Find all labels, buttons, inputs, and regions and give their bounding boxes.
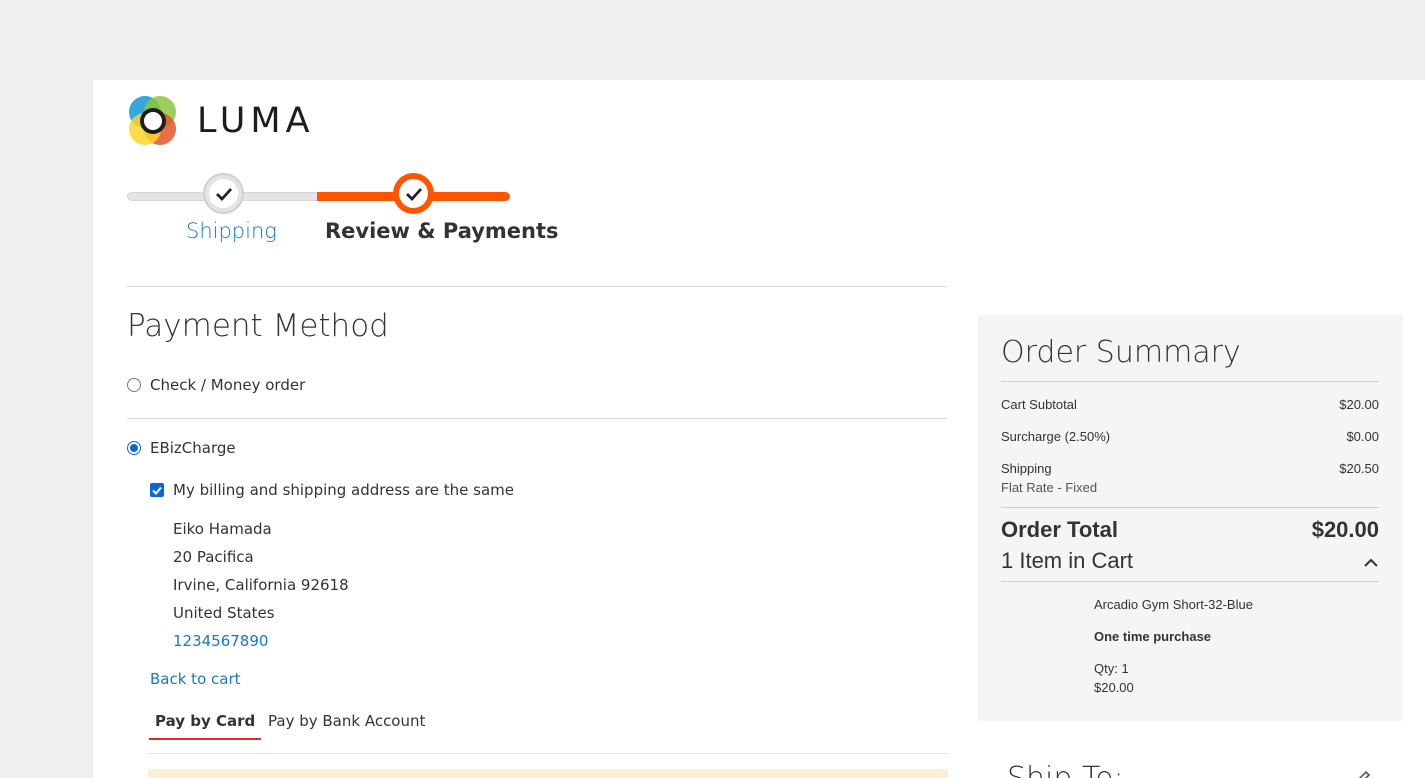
tab-pay-by-bank-account[interactable]: Pay by Bank Account [262,710,431,738]
payment-option-label: Check / Money order [150,376,306,394]
order-summary-title: Order Summary [1001,335,1241,370]
notice-bar [148,769,948,778]
pencil-icon[interactable] [1353,770,1371,778]
ship-to-title: Ship To: [1007,761,1124,778]
address-name: Eiko Hamada [173,520,272,538]
divider [127,286,946,287]
check-icon [209,179,238,208]
checkout-progress: Shipping Review & Payments [127,172,559,243]
payment-option-label: EBizCharge [150,439,236,457]
address-street: 20 Pacifica [173,548,254,566]
payment-option-ebizcharge[interactable]: EBizCharge [127,439,236,457]
radio-checkmo[interactable] [127,378,141,392]
payment-method-title: Payment Method [127,308,389,344]
divider [1001,581,1379,582]
cart-subtotal-label: Cart Subtotal [1001,397,1077,412]
billing-same-label: My billing and shipping address are the … [173,481,515,499]
billing-same-as-shipping[interactable]: My billing and shipping address are the … [150,481,514,499]
cart-subtotal-row: Cart Subtotal $20.00 [1001,397,1379,412]
cart-subtotal-value: $20.00 [1339,397,1379,412]
shipping-method: Flat Rate - Fixed [1001,480,1098,495]
step-review-marker [393,173,434,214]
address-country: United States [173,604,275,622]
divider [1001,507,1379,508]
surcharge-value: $0.00 [1346,429,1379,444]
checkout-page: LUMA Shipping Review & Payments Payment … [93,80,1425,778]
surcharge-row: Surcharge (2.50%) $0.00 [1001,429,1379,444]
radio-ebizcharge[interactable] [127,441,141,455]
brand-name: LUMA [197,101,315,141]
order-total-label: Order Total [1001,517,1118,542]
check-icon [399,179,428,208]
luma-logo[interactable]: LUMA [127,95,315,147]
billing-address: Eiko Hamada 20 Pacifica Irvine, Californ… [173,515,349,655]
shipping-label: Shipping [1001,461,1052,476]
luma-logo-icon [129,96,176,145]
items-in-cart-toggle[interactable]: 1 Item in Cart [1001,548,1379,574]
divider [127,418,946,419]
cart-item-price: $20.00 [1094,680,1134,695]
items-in-cart-label: 1 Item in Cart [1001,548,1134,573]
cart-item-qty: Qty: 1 [1094,661,1129,676]
back-to-cart-link[interactable]: Back to cart [150,670,241,688]
surcharge-label: Surcharge (2.50%) [1001,429,1111,444]
shipping-value: $20.50 [1339,461,1379,476]
order-total-value: $20.00 [1311,517,1379,542]
payment-option-checkmo[interactable]: Check / Money order [127,376,305,394]
step-shipping-label[interactable]: Shipping [186,219,277,243]
step-shipping-marker[interactable] [203,173,244,214]
order-summary: Order Summary Cart Subtotal $20.00 Surch… [978,315,1403,721]
billing-same-checkbox[interactable] [150,483,164,497]
cart-item-name: Arcadio Gym Short-32-Blue [1094,597,1253,612]
order-total-row: Order Total $20.00 [1001,517,1379,543]
address-phone-link[interactable]: 1234567890 [173,627,349,655]
step-review-label: Review & Payments [325,219,559,243]
tab-pay-by-card[interactable]: Pay by Card [149,710,262,740]
address-city-line: Irvine, California 92618 [173,576,349,594]
payment-tabs: Pay by Card Pay by Bank Account [149,710,947,754]
cart-item-purchase-type: One time purchase [1094,629,1212,644]
chevron-up-icon [1363,548,1379,574]
divider [1001,381,1379,382]
shipping-row: Shipping $20.50 [1001,461,1379,476]
